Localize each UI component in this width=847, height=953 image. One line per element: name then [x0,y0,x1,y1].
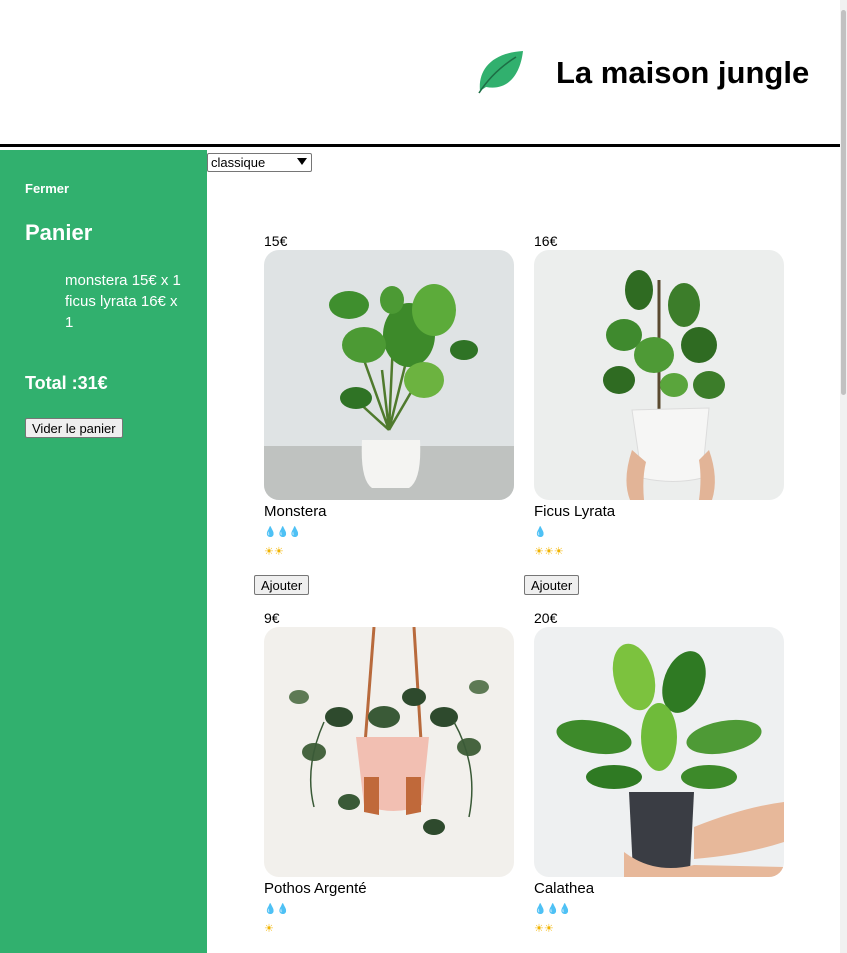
cart-item: monstera 15€ x 1 [65,272,181,289]
cart-item: ficus lyrata 16€ x 1 [65,293,178,331]
product-name: Ficus Lyrata [534,503,616,520]
water-icon: 💧💧 [264,904,289,915]
monstera-photo [264,250,514,500]
product-card-monstera: 15€ Monstera 💧💧💧 ☀☀ Ajouter [254,233,524,603]
cart-sidebar: Fermer Panier monstera 15€ x 1 ficus lyr… [0,150,207,953]
scrollbar-thumb[interactable] [841,10,846,395]
product-price: 20€ [534,610,558,626]
leaf-icon [478,51,523,94]
water-icon: 💧 [534,527,547,538]
cart-items: monstera 15€ x 1 ficus lyrata 16€ x 1 [65,270,185,333]
pothos-photo [264,627,514,877]
water-icon: 💧💧💧 [534,904,572,915]
sun-icon: ☀☀ [264,546,284,558]
cart-title: Panier [25,220,93,245]
product-name: Pothos Argenté [264,880,367,897]
product-card-pothos: 9€ Pothos Argenté 💧💧 ☀ [264,610,524,953]
category-select[interactable]: classique [207,153,312,172]
page-scrollbar[interactable] [840,0,847,953]
product-card-ficus-lyrata: 16€ Ficus Lyrata 💧 ☀☀☀ Ajouter [524,233,794,603]
header: La maison jungle [0,0,840,147]
product-card-calathea: 20€ Calathea 💧💧💧 ☀☀ [534,610,794,953]
close-cart-button[interactable]: Fermer [25,181,69,196]
product-name: Monstera [264,503,327,520]
product-price: 15€ [264,233,288,249]
category-select-value: classique [211,155,266,170]
product-price: 9€ [264,610,280,626]
site-title: La maison jungle [556,55,810,90]
add-to-cart-button[interactable]: Ajouter [524,575,580,595]
water-icon: 💧💧💧 [264,527,302,538]
empty-cart-button[interactable]: Vider le panier [25,418,123,438]
product-name: Calathea [534,880,595,897]
calathea-photo [534,627,784,877]
chevron-down-icon [297,158,307,165]
sun-icon: ☀☀ [534,923,554,935]
product-price: 16€ [534,233,558,249]
sun-icon: ☀☀☀ [534,546,564,558]
add-to-cart-button[interactable]: Ajouter [254,575,310,595]
sun-icon: ☀ [264,923,274,935]
ficus-lyrata-photo [534,250,784,500]
cart-total: Total :31€ [25,373,108,393]
